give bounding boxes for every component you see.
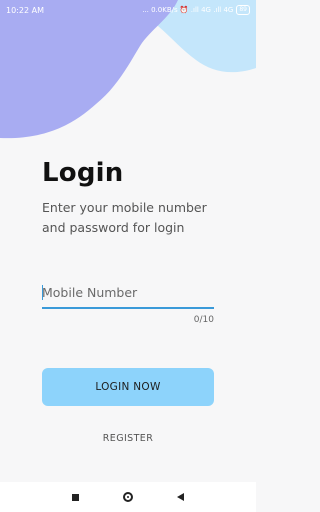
navigation-bar xyxy=(0,482,256,512)
battery-icon: 89 xyxy=(236,5,250,15)
register-label: REGISTER xyxy=(102,433,154,444)
page-title: Login xyxy=(42,158,124,188)
register-link[interactable]: REGISTER xyxy=(0,433,256,444)
battery-level: 89 xyxy=(239,6,247,13)
character-counter: 0/10 xyxy=(193,315,214,325)
page-subtitle: Enter your mobile number and password fo… xyxy=(42,200,207,235)
home-icon[interactable] xyxy=(123,492,133,502)
mobile-number-field: 0/10 xyxy=(42,282,214,325)
recents-icon[interactable] xyxy=(72,493,79,501)
login-header: Login Enter your mobile number and passw… xyxy=(42,158,222,238)
status-indicators: ... 0.0KB/s ⏰ .ıll 4G .ıll 4G 89 xyxy=(142,5,250,15)
status-time: 10:22 AM xyxy=(6,5,44,15)
header-decoration xyxy=(0,0,256,139)
back-icon[interactable] xyxy=(177,493,184,501)
status-bar: 10:22 AM ... 0.0KB/s ⏰ .ıll 4G .ıll 4G 8… xyxy=(0,0,256,20)
text-cursor xyxy=(42,285,43,300)
blob-purple xyxy=(0,0,178,139)
mobile-number-input[interactable] xyxy=(42,283,214,309)
login-now-button[interactable]: LOGIN NOW xyxy=(42,368,214,406)
login-now-label: LOGIN NOW xyxy=(95,381,161,393)
network-indicators: ... 0.0KB/s ⏰ .ıll 4G .ıll 4G xyxy=(142,6,234,14)
